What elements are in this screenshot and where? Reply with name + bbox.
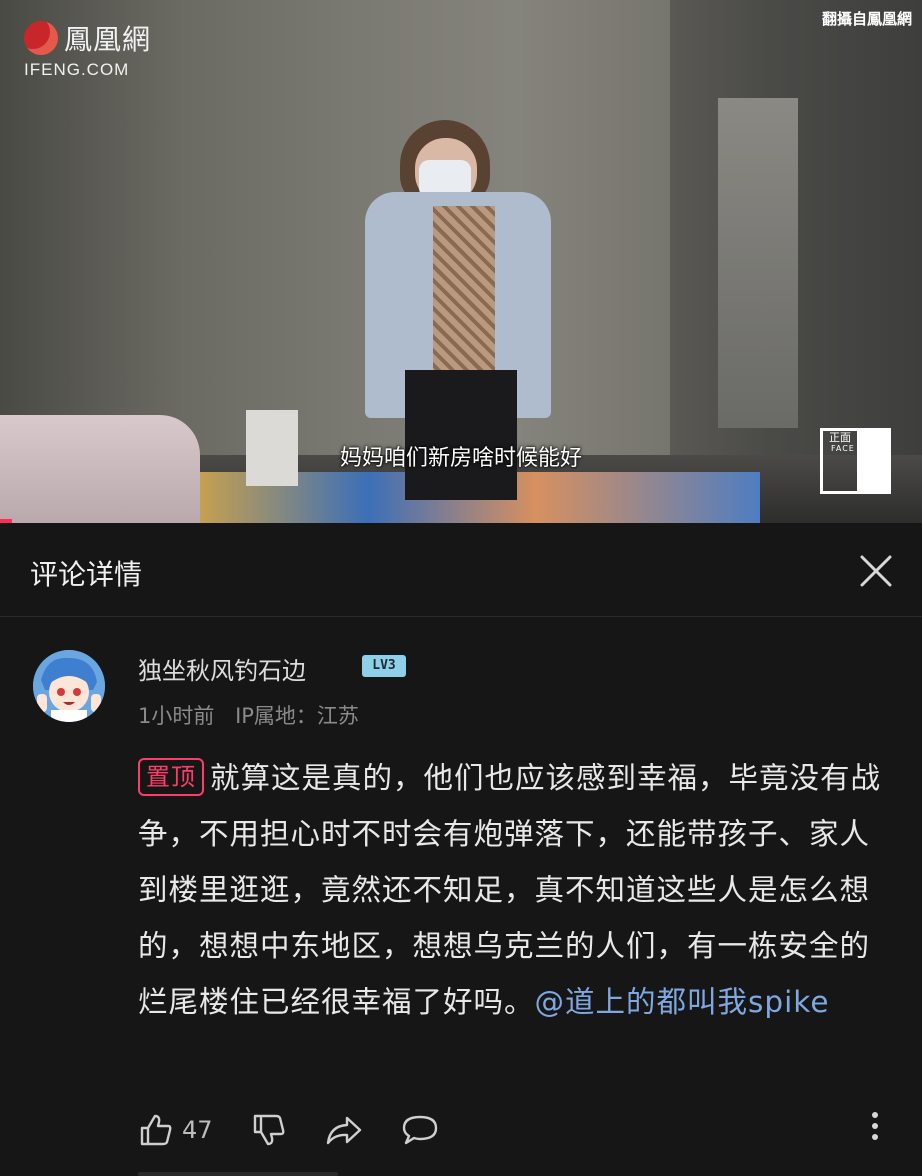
comment-detail-header: 评论详情: [0, 523, 922, 617]
logo-cn-text: 鳳凰網: [64, 23, 152, 56]
watermark-cn: 正面: [829, 431, 851, 444]
share-icon: [326, 1116, 361, 1145]
share-button[interactable]: [325, 1112, 363, 1148]
close-icon: [860, 555, 892, 587]
source-note: 翻攝自鳳凰網: [821, 10, 912, 28]
pinned-badge: 置顶: [138, 758, 204, 796]
ifeng-swirl-icon: [24, 21, 58, 55]
more-options-button[interactable]: [868, 1112, 882, 1148]
like-count: 47: [182, 1116, 213, 1144]
comment-ip-location: IP属地：江苏: [235, 704, 359, 728]
face-watermark-icon: 正面 FACE: [820, 428, 891, 494]
more-icon: [868, 1112, 882, 1140]
comment-time: 1小时前: [138, 704, 215, 728]
mention-link[interactable]: @道上的都叫我spike: [535, 985, 830, 1019]
close-button[interactable]: [858, 553, 894, 589]
video-scene-doorway: [718, 98, 798, 428]
avatar[interactable]: [33, 650, 105, 722]
logo-en-text: IFENG.COM: [24, 60, 130, 79]
comment-meta: 1小时前 IP属地：江苏: [138, 700, 373, 730]
video-subtitle: 妈妈咱们新房啥时候能好: [339, 446, 582, 471]
like-button[interactable]: 47: [138, 1112, 213, 1148]
thumbs-down-icon: [253, 1114, 284, 1146]
comment-body: 置顶 就算这是真的，他们也应该感到幸福，毕竟没有战争，不用担心时不时会有炮弹落下，…: [138, 750, 898, 1030]
watermark-en: FACE: [831, 444, 855, 453]
comment-username[interactable]: 独坐秋风钓石边: [138, 651, 306, 686]
thumbs-up-icon: [140, 1114, 172, 1146]
dislike-button[interactable]: [251, 1112, 287, 1148]
page-title: 评论详情: [30, 558, 143, 591]
level-badge: LV3: [362, 655, 406, 677]
next-comment-edge: [138, 1172, 338, 1176]
comment-actions: 47: [138, 1108, 477, 1152]
reply-icon: [402, 1115, 437, 1145]
reply-button[interactable]: [401, 1112, 439, 1148]
ifeng-logo: 鳳凰網 IFENG.COM: [24, 18, 151, 80]
comment-text: 就算这是真的，他们也应该感到幸福，毕竟没有战争，不用担心时不时会有炮弹落下，还能…: [138, 761, 882, 1019]
video-player[interactable]: 鳳凰網 IFENG.COM 翻攝自鳳凰網 妈妈咱们新房啥时候能好 正面 FACE: [0, 0, 922, 523]
